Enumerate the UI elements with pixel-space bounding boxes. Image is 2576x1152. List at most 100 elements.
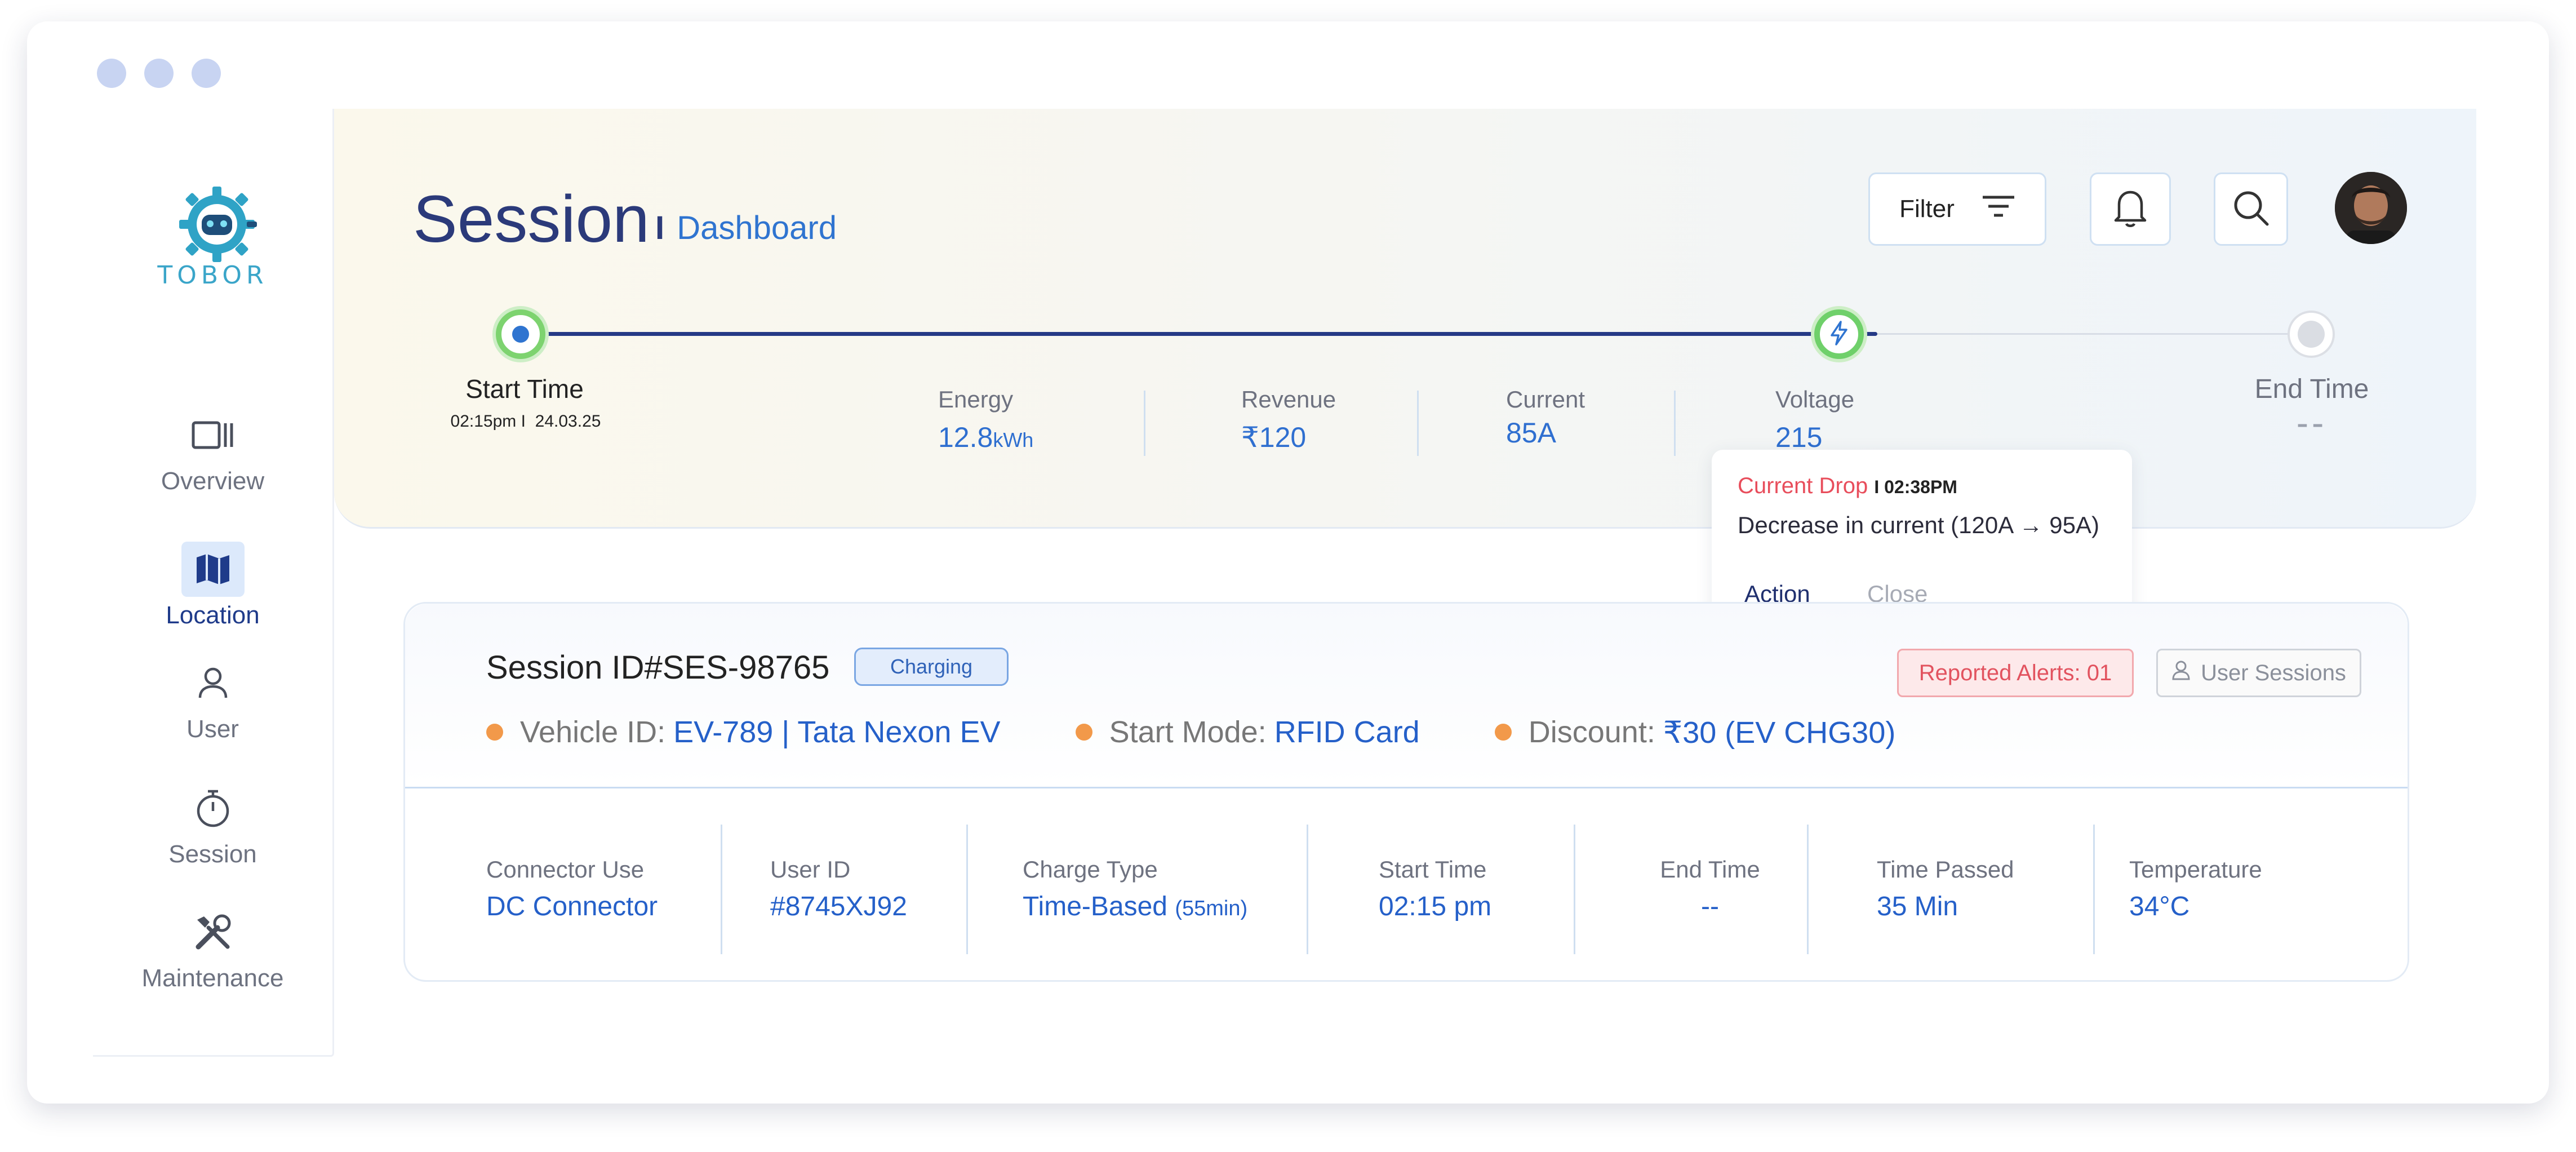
timeline-start-node[interactable] [496, 309, 545, 359]
stopwatch-icon [181, 781, 245, 836]
metric-energy: Energy 12.8kWh [938, 386, 1033, 454]
detail-value: #8745XJ92 [770, 892, 907, 921]
metric-value: ₹120 [1241, 422, 1307, 453]
map-icon [181, 542, 245, 597]
metric-value: 215 [1775, 422, 1823, 453]
start-time-value: 02:15pm I 24.03.25 [419, 412, 633, 431]
detail-value: 35 Min [1877, 892, 1958, 921]
metric-current: Current 85A [1506, 386, 1585, 449]
filter-lines-icon [1982, 194, 2015, 224]
energy-unit: kWh [993, 428, 1034, 451]
session-header: Session I Dashboard Filter Start Time 02… [334, 109, 2476, 529]
sidebar-item-maintenance[interactable]: Maintenance [93, 905, 332, 993]
detail-label: Charge Type [1023, 856, 1158, 883]
timeline-end-node[interactable] [2288, 311, 2335, 358]
sidebar-item-label: Session [168, 840, 257, 868]
timeline-current-node[interactable] [1814, 309, 1864, 359]
sidebar-item-location[interactable]: Location [93, 542, 332, 630]
detail-label: Connector Use [486, 856, 645, 883]
user-icon [2171, 660, 2191, 686]
sidebar-item-session[interactable]: Session [93, 781, 332, 869]
sidebar-item-label: User [186, 715, 239, 743]
sidebar-item-overview[interactable]: Overview [93, 407, 332, 495]
user-sessions-button[interactable]: User Sessions [2156, 649, 2361, 697]
detail-value: Time-Based (55min) [1023, 891, 1247, 922]
window-dot-minimize[interactable] [144, 59, 174, 88]
end-time-value: -- [2296, 402, 2328, 443]
filter-button[interactable]: Filter [1868, 172, 2046, 246]
popup-alert-type: Current Drop [1738, 473, 1868, 498]
search-icon [2232, 189, 2269, 229]
window-dot-close[interactable] [97, 59, 126, 88]
bullet-dot [1075, 724, 1092, 741]
detail-charge-type: Charge Type Time-Based (55min) [1023, 856, 1247, 922]
user-avatar[interactable] [2335, 172, 2407, 244]
breadcrumb-dashboard[interactable]: Dashboard [677, 210, 837, 246]
overview-icon [181, 407, 245, 463]
brand-name: TOBOR [157, 261, 268, 290]
info-start-mode: Start Mode: RFID Card [1075, 715, 1420, 750]
tools-icon [181, 905, 245, 960]
detail-label: Temperature [2129, 856, 2262, 883]
detail-value: 02:15 pm [1379, 892, 1492, 921]
popup-message: Decrease in current (120A → 95A) [1738, 512, 2099, 538]
lightning-icon [1829, 320, 1849, 348]
user-icon [181, 655, 245, 711]
metric-divider [1144, 391, 1145, 456]
detail-divider [966, 825, 968, 954]
search-button[interactable] [2214, 172, 2288, 246]
detail-connector-use: Connector Use DC Connector [486, 856, 658, 922]
detail-temperature: Temperature 34°C [2129, 856, 2262, 922]
detail-value: 34°C [2129, 892, 2190, 921]
status-badge: Charging [854, 648, 1009, 686]
popup-time-value: 02:38PM [1884, 477, 1957, 497]
page-subtitle: I Dashboard [655, 209, 837, 247]
info-label: Start Mode: [1109, 715, 1267, 749]
detail-value: DC Connector [486, 892, 658, 921]
timeline-progress [520, 332, 1877, 336]
filter-label: Filter [1899, 195, 1955, 223]
detail-time-passed: Time Passed 35 Min [1877, 856, 2014, 922]
session-card: Session ID#SES-98765 Charging Reported A… [403, 602, 2409, 982]
detail-label: Time Passed [1877, 856, 2014, 883]
timeline-remaining [1877, 333, 2306, 335]
reported-alerts-button[interactable]: Reported Alerts: 01 [1897, 649, 2134, 697]
energy-value: 12.8 [938, 422, 993, 453]
metric-value: 85A [1506, 417, 1556, 449]
info-vehicle: Vehicle ID: EV-789 | Tata Nexon EV [486, 715, 1001, 750]
robot-gear-icon[interactable] [175, 182, 259, 267]
detail-label: End Time [1660, 856, 1760, 883]
metric-label: Energy [938, 386, 1014, 413]
detail-divider [1307, 825, 1308, 954]
metric-value: 12.8kWh [938, 421, 1033, 454]
detail-divider [721, 825, 722, 954]
notifications-button[interactable] [2090, 172, 2171, 246]
charge-type-duration: (55min) [1175, 897, 1248, 920]
window-dot-maximize[interactable] [192, 59, 221, 88]
info-label: Discount: [1528, 715, 1655, 749]
info-label: Vehicle ID: [520, 715, 666, 749]
metric-label: Revenue [1241, 386, 1336, 413]
popup-time: I 02:38PM [1874, 477, 1957, 497]
start-dot [512, 326, 529, 343]
detail-divider [1574, 825, 1575, 954]
start-time-label: Start Time [465, 374, 584, 404]
detail-user-id: User ID #8745XJ92 [770, 856, 907, 922]
detail-divider [1807, 825, 1809, 954]
metric-label: Voltage [1775, 386, 1855, 413]
start-time: 02:15pm [450, 412, 517, 431]
end-time-label: End Time [2254, 374, 2369, 404]
sidebar-item-user[interactable]: User [93, 655, 332, 743]
page-title: Session [413, 182, 650, 256]
detail-end-time: End Time -- [1642, 856, 1778, 922]
sidebar-item-label: Location [166, 601, 260, 629]
bullet-dot [486, 724, 503, 741]
info-value: RFID Card [1274, 715, 1420, 749]
sidebar-item-label: Maintenance [141, 964, 284, 992]
detail-label: User ID [770, 856, 851, 883]
bullet-dot [1494, 724, 1512, 741]
detail-divider [2093, 825, 2095, 954]
info-value: EV-789 | Tata Nexon EV [673, 715, 1001, 749]
info-discount: Discount: ₹30 (EV CHG30) [1494, 715, 1895, 750]
end-dot [2298, 321, 2325, 348]
